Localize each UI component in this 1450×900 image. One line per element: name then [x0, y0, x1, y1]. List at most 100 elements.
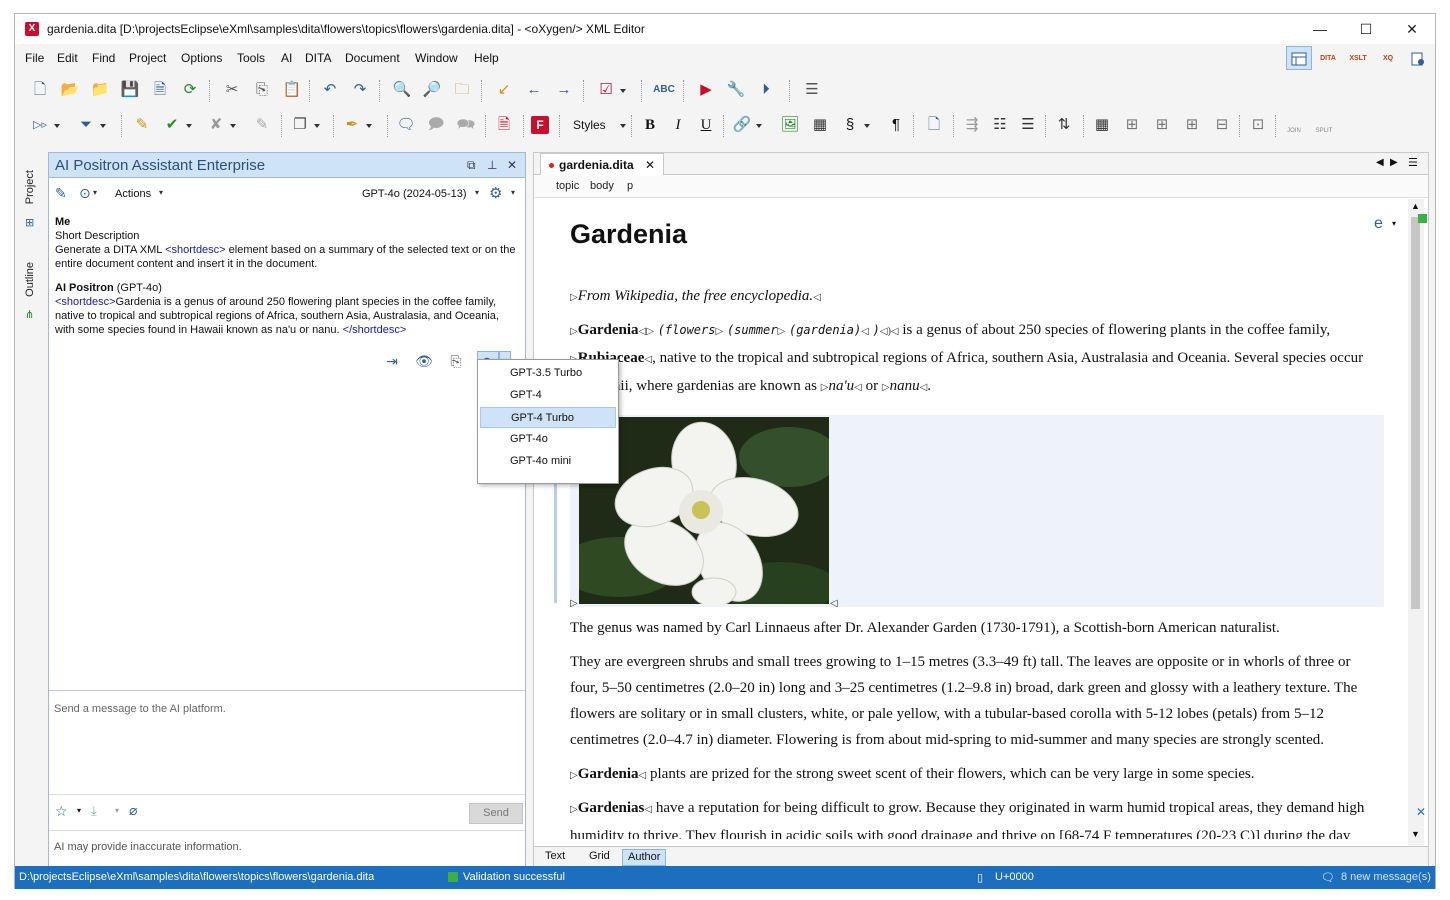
profiling-filter-icon[interactable]: ⏷ [75, 114, 106, 136]
author-mode-tab[interactable]: Author [622, 849, 667, 866]
context-dropdown-icon[interactable]: ▾ [115, 806, 119, 815]
actions-dropdown[interactable]: Actions [115, 188, 151, 200]
insert-element-dropdown-icon[interactable]: ▾ [1392, 219, 1396, 228]
ordered-list-icon[interactable]: ☷ [989, 114, 1011, 136]
show-paragraph-marks-icon[interactable]: ¶ [885, 114, 907, 136]
add-comment-icon[interactable]: 🗨 [395, 114, 417, 136]
find-replace-icon[interactable]: 🔍 [391, 79, 413, 101]
vertical-scrollbar[interactable]: ▲ ▼ [1408, 199, 1424, 845]
highlight-icon[interactable]: ✒ [341, 114, 372, 136]
new-file-icon[interactable]: 🗋 [29, 79, 51, 101]
dita-perspective-button[interactable]: DITA [1315, 46, 1341, 70]
link-icon[interactable]: 🔗 [731, 114, 762, 136]
configure-transformation-icon[interactable]: 🔧 [725, 79, 747, 101]
menu-file[interactable]: File [25, 51, 44, 65]
menu-ai[interactable]: AI [281, 51, 292, 65]
validate-icon[interactable]: ☑ [595, 79, 626, 101]
model-dropdown-icon[interactable]: ▾ [475, 188, 479, 197]
insert-row-above-icon[interactable]: ⊞ [1151, 114, 1173, 136]
model-option-gpt-3-5-turbo[interactable]: GPT-3.5 Turbo [480, 363, 616, 384]
styles-dropdown-arrow[interactable] [611, 114, 626, 136]
restore-panel-icon[interactable]: ⧉ [467, 158, 476, 173]
remove-comment-icon[interactable]: 🗪 [455, 114, 477, 136]
delete-row-icon[interactable]: ⊟ [1211, 114, 1233, 136]
cut-icon[interactable]: ✂ [221, 79, 243, 101]
insert-column-icon[interactable]: ⊞ [1181, 114, 1203, 136]
pages-icon[interactable]: ❐ [289, 114, 320, 136]
undo-icon[interactable]: ↶ [319, 79, 341, 101]
save-icon[interactable]: 💾 [119, 79, 141, 101]
redo-icon[interactable]: ↷ [349, 79, 371, 101]
image-figure[interactable]: ▷ ◁ [570, 415, 1384, 609]
scroll-up-icon[interactable]: ▲ [1411, 201, 1420, 211]
bold-icon[interactable]: B [639, 114, 661, 136]
grid-mode-tab[interactable]: Grid [584, 849, 615, 866]
copy-response-icon[interactable]: ⎘ [445, 351, 467, 373]
messages-icon[interactable]: 🗨 [1321, 871, 1335, 884]
scrollbar-thumb[interactable] [1411, 217, 1420, 609]
settings-gear-icon[interactable]: ⚙ [489, 184, 502, 202]
settings-dropdown-icon[interactable]: ▾ [511, 188, 515, 197]
edit-tag-icon[interactable]: ✎ [131, 114, 153, 136]
xquery-perspective-button[interactable]: XQ [1375, 46, 1401, 70]
close-tab-icon[interactable]: ✕ [645, 158, 655, 172]
clear-changes-icon[interactable]: 🗎 [493, 114, 515, 136]
breadcrumb-topic[interactable]: topic [556, 180, 579, 192]
tabs-left-icon[interactable]: ◀ [1376, 157, 1384, 168]
favorites-dropdown-icon[interactable]: ▾ [77, 806, 81, 815]
styles-dropdown[interactable]: Styles [573, 118, 606, 132]
paste-icon[interactable]: 📋 [281, 79, 303, 101]
find-folder-icon[interactable]: 🗀 [451, 79, 473, 101]
scroll-down-icon[interactable]: ▼ [1411, 829, 1420, 839]
format-indent-icon[interactable]: ☰ [801, 79, 823, 101]
insert-element-icon[interactable]: e [1374, 215, 1383, 233]
breadcrumb-body[interactable]: body [590, 180, 614, 192]
tags-display-icon[interactable]: ▷▹ [29, 114, 60, 136]
back-to-modification-icon[interactable]: ↙ [493, 79, 515, 101]
menu-edit[interactable]: Edit [57, 51, 78, 65]
find-in-files-icon[interactable]: 🔎 [421, 79, 443, 101]
join-cells-icon[interactable]: JOIN [1283, 114, 1305, 136]
back-icon[interactable]: ← [523, 79, 545, 101]
validation-status[interactable]: Validation successful [463, 871, 565, 883]
split-cell-icon[interactable]: SPLIT [1313, 114, 1335, 136]
forward-icon[interactable]: → [553, 79, 575, 101]
text-mode-tab[interactable]: Text [540, 849, 570, 866]
save-all-icon[interactable]: 🗎 [149, 79, 171, 101]
insert-context-icon[interactable]: ⤓ [91, 803, 97, 819]
model-option-gpt-4o[interactable]: GPT-4o [480, 429, 616, 450]
menu-find[interactable]: Find [92, 51, 115, 65]
spell-check-icon[interactable]: ABC [653, 79, 675, 101]
italic-icon[interactable]: I [667, 114, 689, 136]
edit-comment-icon[interactable]: 🗩 [425, 114, 447, 136]
new-chat-icon[interactable]: ✎ [55, 185, 67, 202]
track-changes-accept-icon[interactable]: ✔ [161, 114, 192, 136]
close-window-button[interactable]: ✕ [1389, 18, 1435, 40]
pin-panel-icon[interactable]: ⊥ [487, 158, 497, 172]
menu-help[interactable]: Help [474, 51, 499, 65]
reload-icon[interactable]: ⟳ [179, 79, 201, 101]
document-content[interactable]: Gardenia ▷From Wikipedia, the free encyc… [550, 199, 1402, 839]
editor-tab-gardenia[interactable]: gardenia.dita ✕ [540, 153, 665, 175]
clear-markers-icon[interactable]: ✕ [1416, 805, 1426, 819]
framemaker-icon[interactable]: F [531, 116, 549, 134]
history-dropdown-icon[interactable]: ▾ [93, 188, 97, 197]
insert-section-icon[interactable]: § [839, 114, 870, 136]
xslt-perspective-button[interactable]: XSLT [1345, 46, 1371, 70]
open-folder-icon[interactable]: 📂 [59, 79, 81, 101]
insert-image-icon[interactable]: 🖼 [779, 114, 801, 136]
menu-dita[interactable]: DITA [305, 51, 331, 65]
indent-list-icon[interactable]: ⇶ [961, 114, 983, 136]
insert-row-below-icon[interactable]: ⊞ [1121, 114, 1143, 136]
model-option-gpt-4[interactable]: GPT-4 [480, 385, 616, 406]
tabs-right-icon[interactable]: ▶ [1390, 157, 1398, 168]
preview-icon[interactable]: 👁 [413, 351, 435, 373]
send-button[interactable]: Send [469, 803, 523, 824]
tabs-list-icon[interactable]: ☰ [1408, 156, 1418, 169]
underline-icon[interactable]: U [695, 114, 717, 136]
model-option-gpt-4-turbo[interactable]: GPT-4 Turbo [480, 407, 616, 428]
open-url-icon[interactable]: 📁 [89, 79, 111, 101]
close-panel-icon[interactable]: ✕ [507, 158, 517, 172]
model-selector[interactable]: GPT-4o (2024-05-13) [362, 188, 467, 200]
menu-options[interactable]: Options [181, 51, 222, 65]
